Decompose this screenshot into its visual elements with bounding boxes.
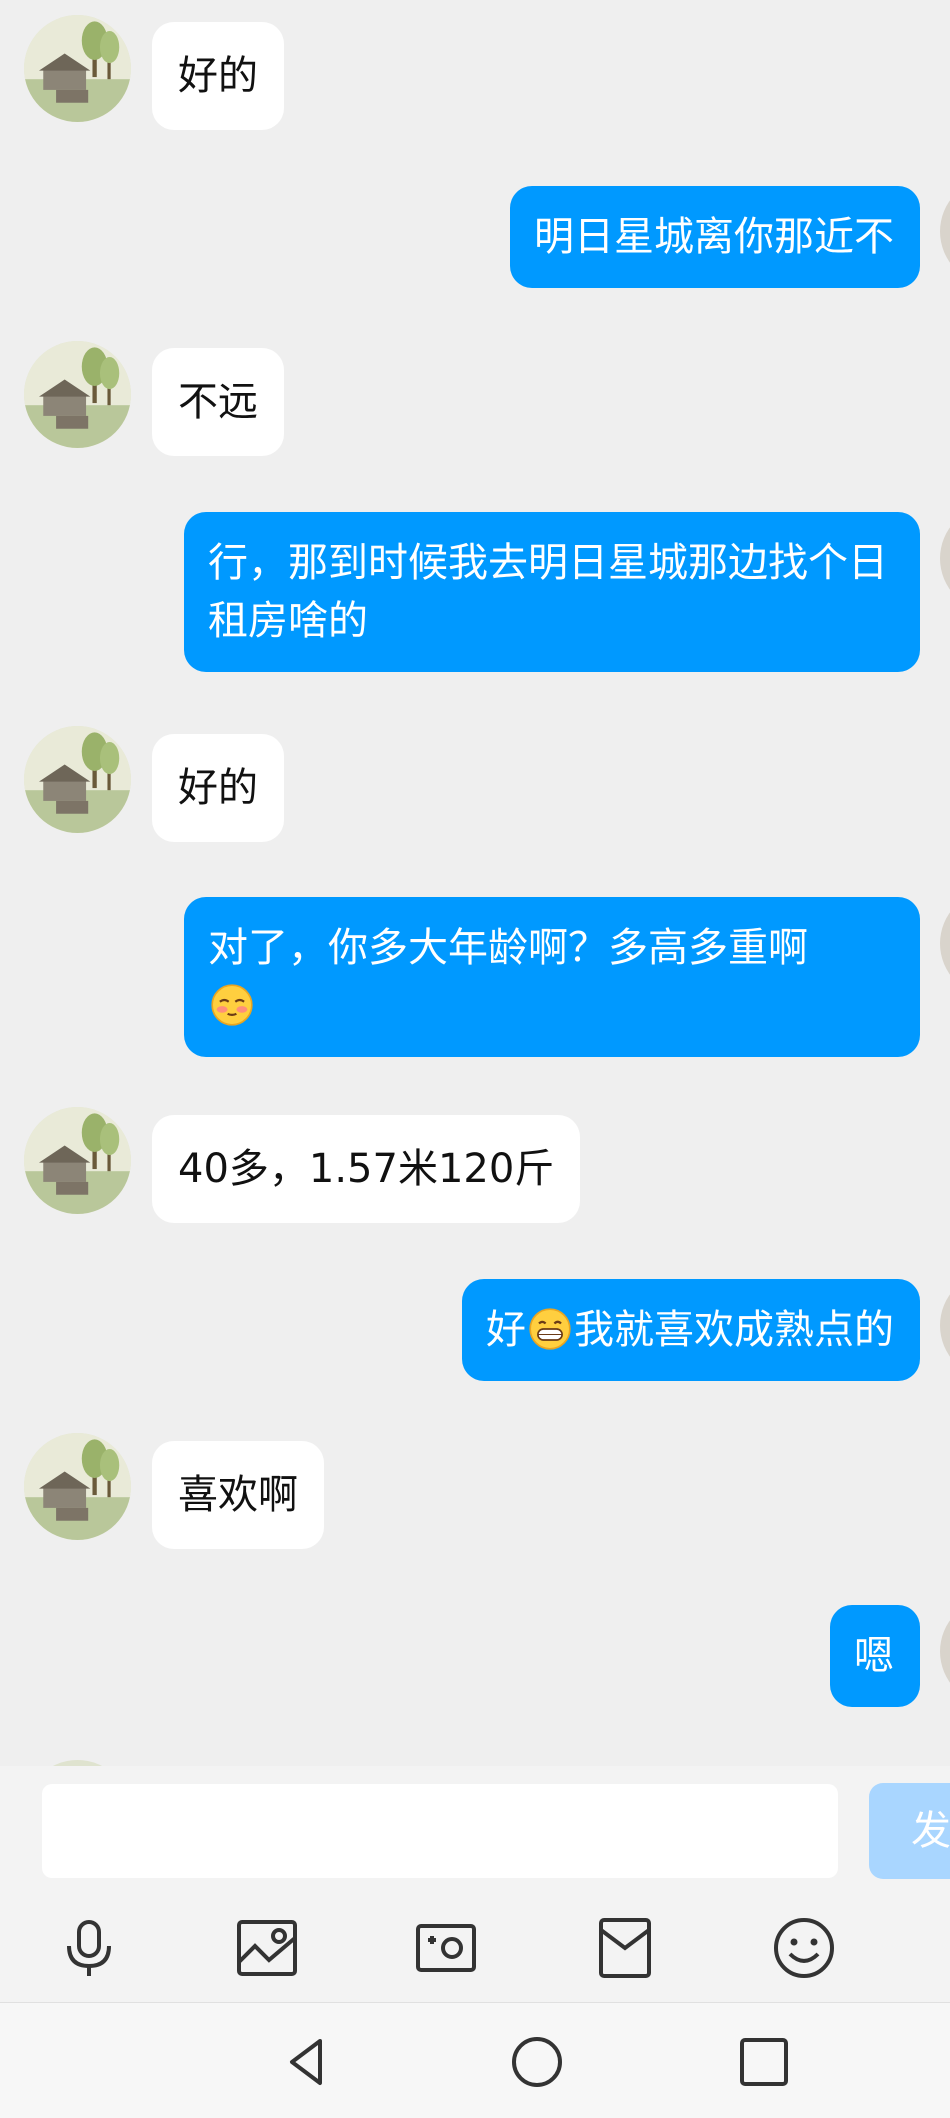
my-avatar[interactable] [940,505,950,612]
incoming-message-bubble[interactable]: 好的 [152,22,284,130]
contact-avatar[interactable] [24,341,131,448]
outgoing-message-bubble[interactable]: 嗯 [830,1605,920,1707]
red-packet-icon[interactable] [593,1916,657,1980]
my-avatar[interactable] [940,1272,950,1379]
camera-icon[interactable] [414,1916,478,1980]
message-text: 好的 [178,53,258,99]
image-icon[interactable] [235,1916,299,1980]
outgoing-message-bubble[interactable]: 对了，你多大年龄啊？多高多重啊 [184,897,920,1057]
contact-avatar[interactable] [24,726,131,833]
message-input[interactable] [42,1784,838,1878]
shy-face-emoji [210,983,254,1027]
chat-toolbar [0,1894,950,2003]
contact-avatar[interactable] [24,1433,131,1540]
send-button[interactable]: 发 [869,1783,950,1879]
incoming-message-bubble[interactable]: 喜欢啊 [152,1441,324,1549]
message-input-bar: 发 [0,1766,950,1894]
outgoing-message-bubble[interactable]: 明日星城离你那近不 [510,186,920,288]
microphone-icon[interactable] [57,1916,121,1980]
outgoing-message-bubble[interactable]: 好 我就喜欢成熟点的 [462,1279,920,1381]
emoji-icon[interactable] [772,1916,836,1980]
message-text: 喜欢啊 [178,1472,298,1518]
my-avatar[interactable] [940,1598,950,1705]
incoming-message-bubble[interactable]: 不远 [152,348,284,456]
message-text: 对了，你多大年龄啊？多高多重啊 [208,925,808,971]
message-text-after: 我就喜欢成熟点的 [574,1307,894,1353]
incoming-message-bubble[interactable]: 好的 [152,734,284,842]
incoming-message-bubble[interactable]: 40多，1.57米120斤 [152,1115,581,1223]
my-avatar[interactable] [940,178,950,285]
message-text: 40多，1.57米120斤 [178,1146,555,1192]
message-text-before: 好 [486,1307,526,1353]
contact-avatar[interactable] [24,15,131,122]
message-text: 不远 [178,379,258,425]
message-text: 好的 [178,765,258,811]
message-text: 嗯 [854,1633,894,1679]
home-icon[interactable] [510,2035,564,2089]
recents-icon[interactable] [737,2035,791,2089]
contact-avatar[interactable] [24,1107,131,1214]
message-text: 行，那到时候我去明日星城那边找个日租房啥的 [208,540,888,644]
message-text: 明日星城离你那近不 [534,214,894,260]
outgoing-message-bubble[interactable]: 行，那到时候我去明日星城那边找个日租房啥的 [184,512,920,672]
system-navigation-bar [0,2003,950,2118]
chat-message-list[interactable]: 好的 明日星城离你那近不 不远 行，那到时候我去明日星城那边找个日租房啥的 好的… [0,0,950,1766]
grin-emoji [528,1307,572,1351]
back-icon[interactable] [280,2035,334,2089]
my-avatar[interactable] [940,890,950,997]
